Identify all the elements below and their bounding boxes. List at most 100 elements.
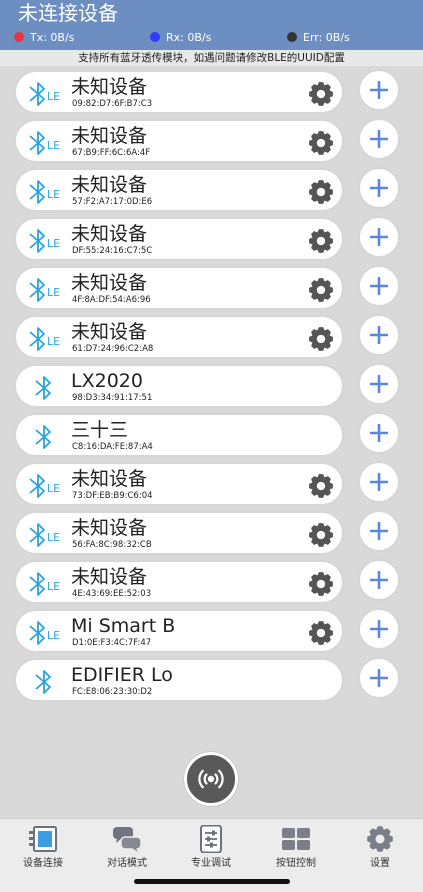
device-item[interactable]: LE 未知设备 4F:8A:DF:54:A6:96 (14, 266, 344, 310)
device-settings-gear-icon[interactable] (308, 473, 334, 499)
add-device-button[interactable] (358, 363, 400, 405)
svg-text:LE: LE (47, 482, 60, 495)
device-settings-gear-icon[interactable] (308, 277, 334, 303)
tx-dot-icon (14, 32, 24, 42)
svg-text:LE: LE (47, 335, 60, 348)
sliders-icon (200, 825, 222, 853)
plus-icon (370, 228, 388, 246)
bluetooth-le-icon: LE (29, 474, 60, 498)
add-device-button[interactable] (358, 510, 400, 552)
device-item[interactable]: LE 未知设备 09:82:D7:6F:B7:C3 (14, 70, 344, 114)
device-settings-gear-icon[interactable] (308, 228, 334, 254)
device-row: LE 未知设备 57:F2:A7:17:0D:E6 (14, 167, 409, 212)
bluetooth-le-icon: LE (29, 180, 60, 204)
device-item[interactable]: 三十三 C8:16:DA:FE:87:A4 (14, 413, 344, 457)
tab-debug[interactable]: 专业调试 (169, 819, 253, 879)
device-mac: 73:DF:EB:B9:C6:04 (72, 491, 153, 501)
device-item[interactable]: LE 未知设备 56:FA:8C:98:32:CB (14, 511, 344, 555)
add-device-button[interactable] (358, 657, 400, 699)
device-row: LE 未知设备 56:FA:8C:98:32:CB (14, 510, 409, 555)
device-item[interactable]: LE 未知设备 57:F2:A7:17:0D:E6 (14, 168, 344, 212)
device-name: LX2020 (71, 370, 143, 392)
device-item[interactable]: LE Mi Smart B D1:0E:F3:4C:7F:47 (14, 609, 344, 653)
add-device-button[interactable] (358, 608, 400, 650)
device-item[interactable]: LE 未知设备 4E:43:69:EE:52:03 (14, 560, 344, 604)
button-grid-icon (282, 828, 310, 850)
device-mac: 4E:43:69:EE:52:03 (72, 589, 152, 599)
svg-text:LE: LE (47, 188, 60, 201)
plus-icon (370, 571, 388, 589)
err-dot-icon (287, 32, 297, 42)
device-name: 未知设备 (71, 566, 148, 588)
device-row: EDIFIER Lo FC:E8:06:23:30:D2 (14, 657, 409, 702)
device-name: 未知设备 (71, 272, 148, 294)
home-indicator (134, 879, 290, 884)
err-rate: Err: 0B/s (287, 31, 350, 45)
add-device-button[interactable] (358, 69, 400, 111)
device-connect-icon (29, 826, 57, 852)
device-name: 未知设备 (71, 468, 148, 490)
device-item[interactable]: LE 未知设备 61:D7:24:96:C2:A8 (14, 315, 344, 359)
device-settings-gear-icon[interactable] (308, 620, 334, 646)
add-device-button[interactable] (358, 118, 400, 160)
device-name: 未知设备 (71, 174, 148, 196)
plus-icon (370, 81, 388, 99)
add-device-button[interactable] (358, 167, 400, 209)
svg-text:LE: LE (47, 286, 60, 299)
add-device-button[interactable] (358, 559, 400, 601)
device-name: 未知设备 (71, 321, 148, 343)
scan-button[interactable] (184, 752, 238, 806)
tab-button-control[interactable]: 按钮控制 (254, 819, 338, 879)
bluetooth-le-icon: LE (29, 278, 60, 302)
add-device-button[interactable] (358, 314, 400, 356)
device-row: 三十三 C8:16:DA:FE:87:A4 (14, 412, 409, 457)
plus-icon (370, 179, 388, 197)
add-device-button[interactable] (358, 216, 400, 258)
device-settings-gear-icon[interactable] (308, 130, 334, 156)
tab-chat[interactable]: 对话模式 (85, 819, 169, 879)
bluetooth-icon (35, 376, 51, 400)
tx-rate: Tx: 0B/s (14, 31, 74, 45)
device-item[interactable]: EDIFIER Lo FC:E8:06:23:30:D2 (14, 658, 344, 702)
device-mac: 09:82:D7:6F:B7:C3 (72, 99, 153, 109)
broadcast-icon (198, 769, 224, 789)
add-device-button[interactable] (358, 265, 400, 307)
device-mac: 56:FA:8C:98:32:CB (72, 540, 152, 550)
device-item[interactable]: LX2020 98:D3:34:91:17:51 (14, 364, 344, 408)
rx-dot-icon (150, 32, 160, 42)
device-name: 未知设备 (71, 125, 148, 147)
tab-settings[interactable]: 设置 (338, 819, 422, 879)
device-item[interactable]: LE 未知设备 DF:55:24:16:C7:5C (14, 217, 344, 261)
add-device-button[interactable] (358, 461, 400, 503)
plus-icon (370, 473, 388, 491)
device-settings-gear-icon[interactable] (308, 522, 334, 548)
bluetooth-le-icon: LE (29, 523, 60, 547)
device-settings-gear-icon[interactable] (308, 81, 334, 107)
device-mac: 57:F2:A7:17:0D:E6 (72, 197, 153, 207)
device-item[interactable]: LE 未知设备 67:B9:FF:6C:6A:4F (14, 119, 344, 163)
add-device-button[interactable] (358, 412, 400, 454)
svg-text:LE: LE (47, 139, 60, 152)
device-item[interactable]: LE 未知设备 73:DF:EB:B9:C6:04 (14, 462, 344, 506)
bluetooth-le-icon: LE (29, 621, 60, 645)
device-name: 三十三 (71, 419, 129, 441)
device-name: 未知设备 (71, 517, 148, 539)
svg-text:LE: LE (47, 629, 60, 642)
bluetooth-le-icon: LE (29, 327, 60, 351)
svg-text:LE: LE (47, 90, 60, 103)
device-row: LX2020 98:D3:34:91:17:51 (14, 363, 409, 408)
chat-bubbles-icon (113, 827, 142, 852)
device-row: LE 未知设备 61:D7:24:96:C2:A8 (14, 314, 409, 359)
svg-text:LE: LE (47, 531, 60, 544)
device-mac: 98:D3:34:91:17:51 (72, 393, 153, 403)
plus-icon (370, 326, 388, 344)
bluetooth-le-icon: LE (29, 229, 60, 253)
tab-label: 按钮控制 (276, 858, 316, 869)
device-settings-gear-icon[interactable] (308, 571, 334, 597)
bluetooth-le-icon: LE (29, 131, 60, 155)
svg-text:LE: LE (47, 580, 60, 593)
device-name: 未知设备 (71, 76, 148, 98)
device-settings-gear-icon[interactable] (308, 326, 334, 352)
tab-device-connect[interactable]: 设备连接 (1, 819, 85, 879)
device-settings-gear-icon[interactable] (308, 179, 334, 205)
